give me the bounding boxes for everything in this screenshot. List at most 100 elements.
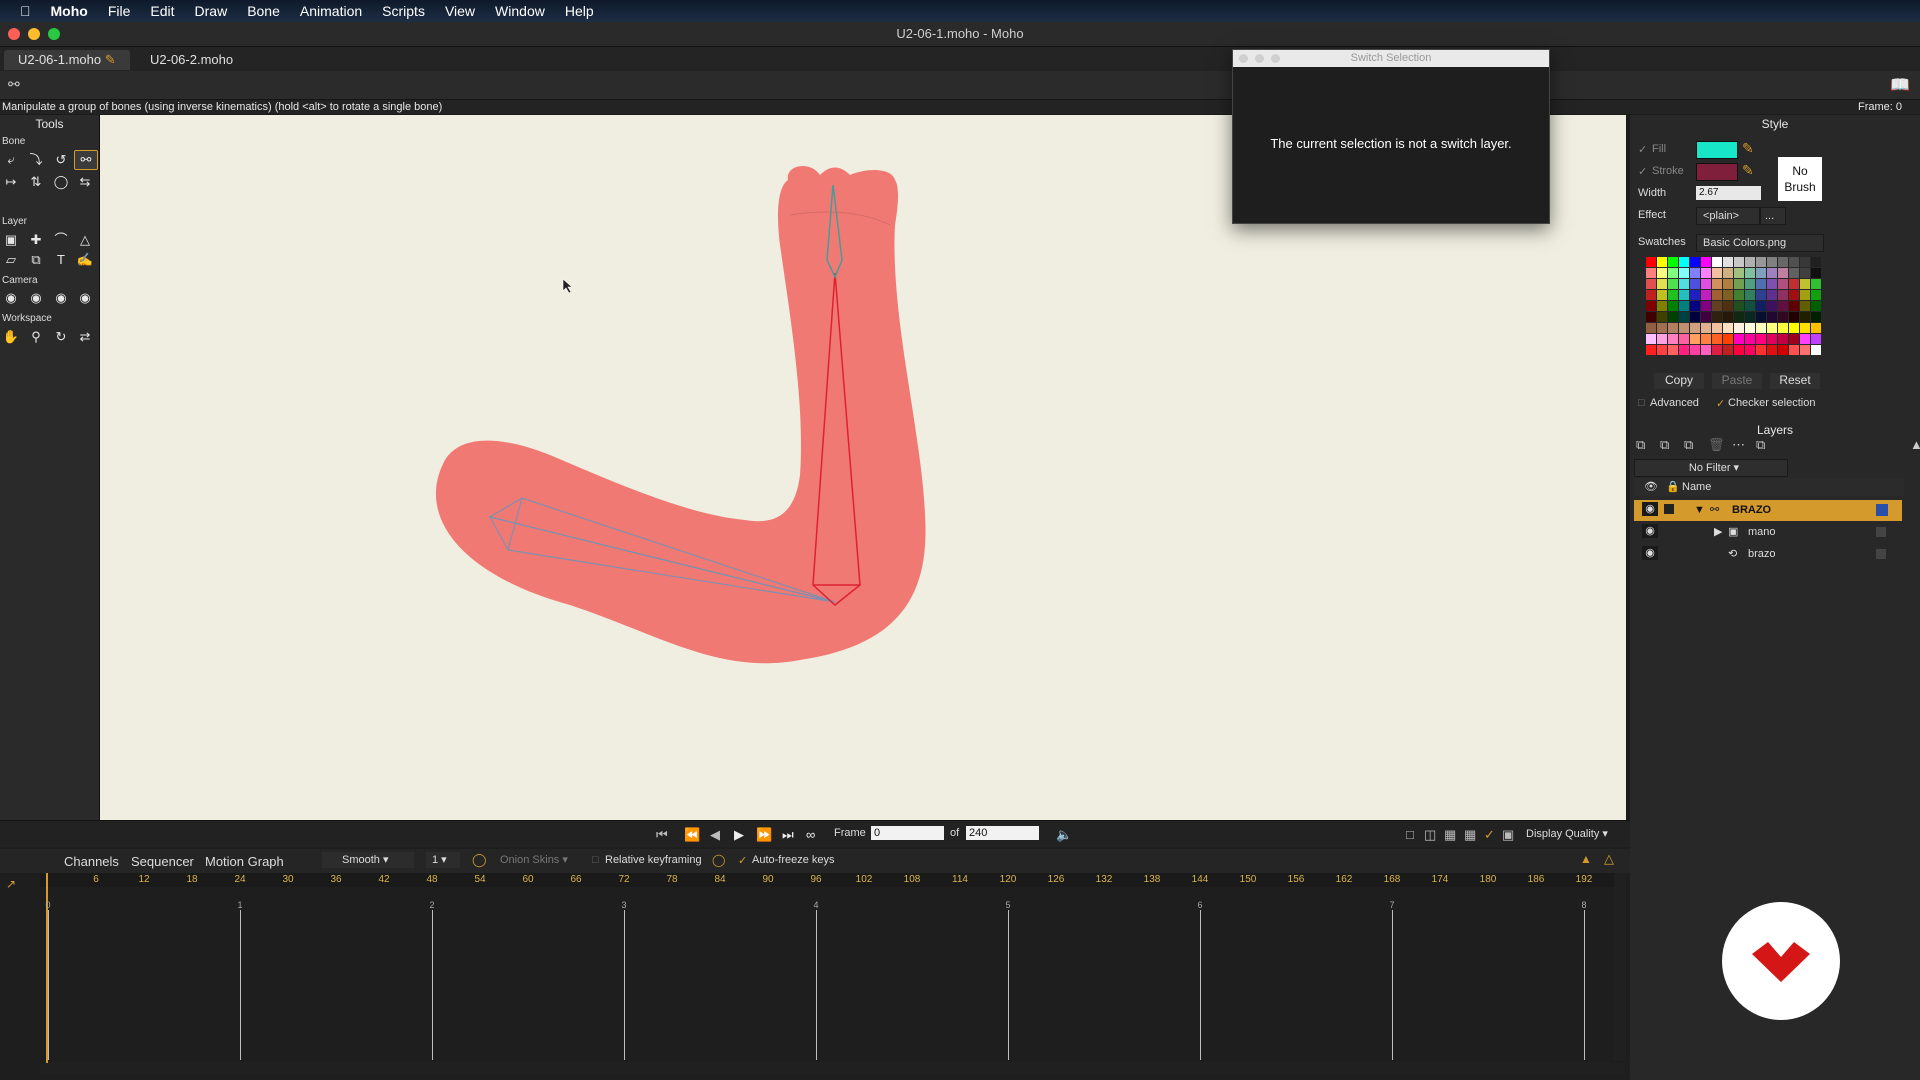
- timeline-ruler[interactable]: 6 12 18 24 30 36 42 48 54 60 66 72 78 84 90 96 102 108 114…: [40, 873, 1625, 887]
- palette-swatch[interactable]: [1745, 312, 1755, 322]
- palette-swatch[interactable]: [1778, 290, 1788, 300]
- palette-swatch[interactable]: [1778, 312, 1788, 322]
- palette-swatch[interactable]: [1778, 301, 1788, 311]
- palette-swatch[interactable]: [1657, 312, 1667, 322]
- palette-swatch[interactable]: [1690, 334, 1700, 344]
- onion-skins-dropdown[interactable]: Onion Skins ▾: [492, 852, 580, 868]
- add-bone-icon[interactable]: ↦: [0, 173, 22, 191]
- palette-swatch[interactable]: [1734, 312, 1744, 322]
- volume-icon[interactable]: 🔈: [1056, 827, 1072, 843]
- palette-swatch[interactable]: [1756, 334, 1766, 344]
- fill-eyedropper-icon[interactable]: ✎: [1742, 140, 1754, 157]
- copy-button[interactable]: Copy: [1654, 373, 1704, 389]
- palette-swatch[interactable]: [1668, 279, 1678, 289]
- palette-swatch[interactable]: [1712, 323, 1722, 333]
- palette-swatch[interactable]: [1778, 257, 1788, 267]
- palette-swatch[interactable]: [1767, 345, 1777, 355]
- palette-swatch[interactable]: [1800, 323, 1810, 333]
- palette-swatch[interactable]: [1712, 345, 1722, 355]
- menu-help[interactable]: Help: [565, 3, 594, 19]
- palette-swatch[interactable]: [1756, 312, 1766, 322]
- palette-swatch[interactable]: [1778, 323, 1788, 333]
- menu-bone[interactable]: Bone: [247, 3, 280, 19]
- prev-key-icon[interactable]: ⏪: [684, 827, 700, 843]
- palette-swatch[interactable]: [1679, 301, 1689, 311]
- effect-more-button[interactable]: ...: [1760, 207, 1786, 225]
- palette-swatch[interactable]: [1679, 268, 1689, 278]
- camera-pan-icon[interactable]: ◉: [74, 289, 96, 307]
- palette-swatch[interactable]: [1756, 279, 1766, 289]
- camera-zoom-icon[interactable]: ◉: [25, 289, 47, 307]
- palette-swatch[interactable]: [1767, 301, 1777, 311]
- width-input[interactable]: 2.67: [1696, 186, 1761, 200]
- play-icon[interactable]: ▶: [734, 827, 744, 843]
- eyedropper-icon[interactable]: ✍: [74, 251, 96, 269]
- palette-swatch[interactable]: [1701, 290, 1711, 300]
- palette-swatch[interactable]: [1701, 323, 1711, 333]
- visibility-eye-icon[interactable]: ◉: [1642, 502, 1658, 516]
- swatch-palette[interactable]: [1646, 257, 1826, 367]
- timeline-horizontal-scrollbar[interactable]: [40, 1063, 1625, 1075]
- palette-swatch[interactable]: [1789, 312, 1799, 322]
- palette-swatch[interactable]: [1745, 334, 1755, 344]
- palette-swatch[interactable]: [1745, 290, 1755, 300]
- layer-settings-icon[interactable]: ⧉: [1756, 437, 1765, 453]
- palette-swatch[interactable]: [1756, 257, 1766, 267]
- palette-swatch[interactable]: [1756, 268, 1766, 278]
- timeline-expand-icon[interactable]: △: [1604, 851, 1614, 867]
- palette-swatch[interactable]: [1778, 334, 1788, 344]
- palette-swatch[interactable]: [1701, 268, 1711, 278]
- visibility-eye-icon[interactable]: ◉: [1642, 546, 1658, 560]
- stroke-eyedropper-icon[interactable]: ✎: [1742, 162, 1754, 179]
- palette-swatch[interactable]: [1657, 334, 1667, 344]
- interval-dropdown[interactable]: 1 ▾: [426, 852, 460, 868]
- menu-file[interactable]: File: [108, 3, 131, 19]
- timeline-vertical-scrollbar[interactable]: [1614, 873, 1626, 1061]
- palette-swatch[interactable]: [1789, 279, 1799, 289]
- rotate-workspace-icon[interactable]: ↻: [50, 328, 72, 346]
- palette-swatch[interactable]: [1723, 334, 1733, 344]
- layer-row-brazo-group[interactable]: ◉ ▼ ⚯ BRAZO: [1634, 500, 1902, 521]
- menu-app[interactable]: Moho: [51, 3, 88, 19]
- palette-swatch[interactable]: [1657, 268, 1667, 278]
- camera-roll-icon[interactable]: ◉: [50, 289, 72, 307]
- layer-row-brazo[interactable]: ◉ ⟲ brazo: [1634, 544, 1902, 565]
- palette-swatch[interactable]: [1789, 290, 1799, 300]
- palette-swatch[interactable]: [1800, 334, 1810, 344]
- palette-swatch[interactable]: [1701, 257, 1711, 267]
- palette-swatch[interactable]: [1668, 312, 1678, 322]
- no-brush-button[interactable]: No Brush: [1778, 157, 1822, 201]
- palette-swatch[interactable]: [1778, 279, 1788, 289]
- layer-name[interactable]: mano: [1748, 522, 1776, 543]
- palette-swatch[interactable]: [1701, 312, 1711, 322]
- palette-swatch[interactable]: [1712, 257, 1722, 267]
- zoom-icon[interactable]: ⚲: [25, 328, 47, 346]
- palette-swatch[interactable]: [1657, 301, 1667, 311]
- swatches-dropdown[interactable]: Basic Colors.png: [1696, 234, 1824, 252]
- palette-swatch[interactable]: [1767, 312, 1777, 322]
- manipulate-bones-icon[interactable]: ⚯: [74, 150, 98, 170]
- rewind-start-icon[interactable]: ⏮: [656, 827, 668, 843]
- advanced-checkbox[interactable]: □: [1638, 397, 1645, 409]
- collapse-up-icon[interactable]: ▲: [1910, 437, 1920, 452]
- palette-swatch[interactable]: [1712, 279, 1722, 289]
- more-options-icon[interactable]: ⋯: [1732, 437, 1745, 453]
- palette-swatch[interactable]: [1701, 279, 1711, 289]
- palette-swatch[interactable]: [1646, 334, 1656, 344]
- single-view-icon[interactable]: □: [1406, 827, 1414, 842]
- palette-swatch[interactable]: [1745, 279, 1755, 289]
- bone-strength-icon[interactable]: ◯: [50, 173, 72, 191]
- palette-swatch[interactable]: [1646, 345, 1656, 355]
- palette-swatch[interactable]: [1800, 312, 1810, 322]
- palette-swatch[interactable]: [1690, 312, 1700, 322]
- palette-swatch[interactable]: [1712, 301, 1722, 311]
- scale-bone-icon[interactable]: ↺: [50, 151, 72, 169]
- book-icon[interactable]: 📖: [1890, 75, 1910, 95]
- palette-swatch[interactable]: [1646, 301, 1656, 311]
- frame-input[interactable]: 0: [871, 826, 944, 840]
- timeline-link-icon[interactable]: ↗: [6, 877, 16, 891]
- palette-swatch[interactable]: [1690, 345, 1700, 355]
- select-bone-icon[interactable]: ⤶: [0, 151, 22, 169]
- palette-swatch[interactable]: [1811, 279, 1821, 289]
- visibility-eye-icon[interactable]: ◉: [1642, 524, 1658, 538]
